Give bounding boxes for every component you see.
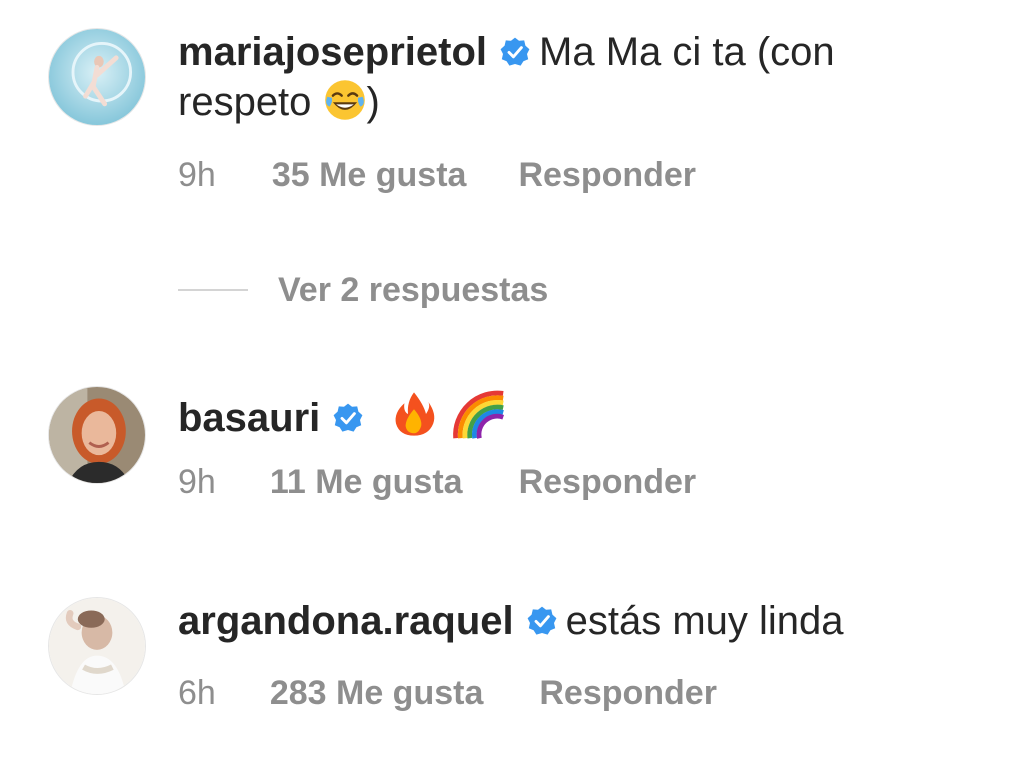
reply-button[interactable]: Responder — [518, 155, 696, 195]
likes-count[interactable]: 11 Me gusta — [270, 462, 463, 502]
comment-username[interactable]: basauri — [178, 396, 320, 440]
comment-body: basauri — [178, 385, 506, 443]
verified-badge-icon — [332, 402, 364, 434]
avatar[interactable] — [48, 386, 146, 484]
comment-meta: 6h 283 Me gusta Responder — [178, 673, 717, 713]
avatar[interactable] — [48, 597, 146, 695]
rainbow-icon — [450, 385, 506, 441]
comment-username[interactable]: argandona.raquel — [178, 599, 514, 643]
reply-button[interactable]: Responder — [539, 673, 717, 713]
verified-badge-icon — [499, 36, 531, 68]
comment-text: respeto — [178, 80, 323, 124]
verified-badge-icon — [526, 605, 558, 637]
face-with-tears-of-joy-icon — [323, 78, 367, 122]
comment-text: Ma Ma ci ta (con — [539, 30, 835, 74]
comment-time: 9h — [178, 156, 216, 194]
comment-time: 6h — [178, 674, 216, 712]
view-replies-label: Ver 2 respuestas — [278, 270, 549, 309]
comment-username[interactable]: mariajoseprietol — [178, 30, 487, 74]
comment-text: estás muy linda — [565, 599, 844, 643]
reply-button[interactable]: Responder — [519, 462, 697, 502]
likes-count[interactable]: 35 Me gusta — [272, 155, 467, 195]
fire-icon — [390, 390, 438, 438]
comment-body-line-2: respeto ) — [178, 77, 380, 127]
replies-divider — [178, 289, 248, 291]
comment-body: mariajoseprietol Ma Ma ci ta (con — [178, 27, 835, 77]
view-replies-button[interactable]: Ver 2 respuestas — [178, 270, 548, 310]
likes-count[interactable]: 283 Me gusta — [270, 673, 484, 713]
avatar[interactable] — [48, 28, 146, 126]
comment-body: argandona.raquel estás muy linda — [178, 596, 844, 646]
comment-meta: 9h 11 Me gusta Responder — [178, 462, 696, 502]
comment-text: ) — [366, 80, 380, 124]
comment-time: 9h — [178, 463, 216, 501]
comment-meta: 9h 35 Me gusta Responder — [178, 155, 696, 195]
